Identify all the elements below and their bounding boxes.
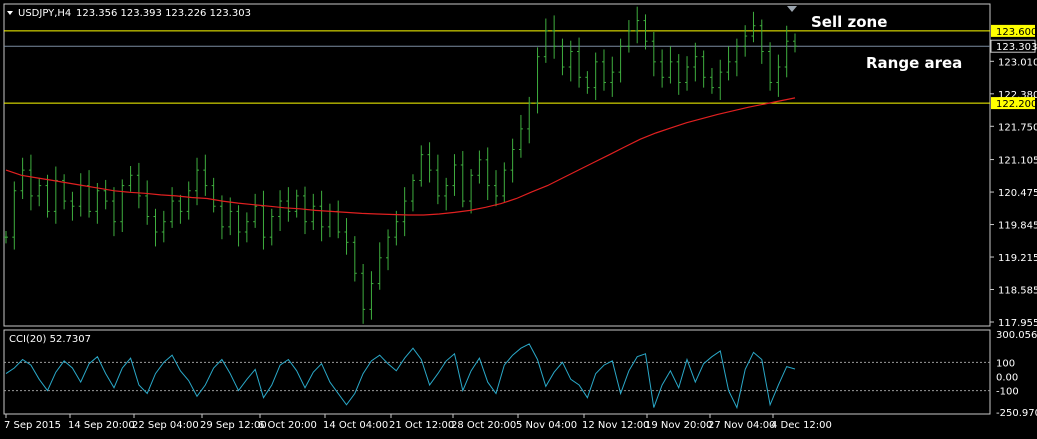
time-tick-label: 7 Sep 2015 (4, 420, 61, 431)
level-price-label: 123.303 (996, 42, 1037, 53)
time-tick-label: 29 Sep 12:00 (200, 420, 267, 431)
symbol-label: USDJPY,H4 (18, 8, 71, 19)
price-tick-label: 119.845 (998, 221, 1037, 232)
price-tick-label: 123.010 (998, 57, 1037, 68)
time-tick-label: 5 Nov 04:00 (516, 420, 577, 431)
time-tick-label: 6 Oct 20:00 (258, 420, 317, 431)
ohlc-readout: 123.356 123.393 123.226 123.303 (76, 8, 251, 19)
chart-canvas[interactable]: 123.010122.380121.750121.105120.475119.8… (0, 0, 1037, 435)
time-tick-label: 14 Sep 20:00 (68, 420, 135, 431)
level-price-label: 123.600 (996, 27, 1037, 38)
main-chart-frame (3, 3, 991, 327)
time-tick-label: 27 Nov 04:00 (708, 420, 775, 431)
price-tick-label: 120.475 (998, 188, 1037, 199)
shift-marker-icon[interactable] (787, 6, 797, 12)
chart-window[interactable]: 123.010 122.380 121.750 121.105 120.475 119.8… (0, 0, 1037, 435)
triangle-down-icon[interactable] (7, 11, 13, 15)
time-tick-label: 22 Sep 04:00 (132, 420, 199, 431)
time-tick-label: 21 Oct 12:00 (389, 420, 454, 431)
price-tick-label: 121.105 (998, 156, 1037, 167)
time-tick-label: 12 Nov 12:00 (582, 420, 649, 431)
cci-tick-label: 300.0569 (996, 330, 1037, 341)
price-tick-label: 118.585 (998, 286, 1037, 297)
time-tick-label: 14 Oct 04:00 (323, 420, 388, 431)
axis-labels: 123.010122.380121.750121.105120.475119.8… (4, 24, 1037, 431)
price-tick-label: 121.750 (998, 122, 1037, 133)
sell-zone-annotation: Sell zone (811, 13, 887, 31)
time-tick-label: 28 Oct 20:00 (451, 420, 516, 431)
price-tick-label: 119.215 (998, 253, 1037, 264)
cci-tick-label: 0.00 (996, 372, 1018, 383)
time-tick-label: 4 Dec 12:00 (771, 420, 832, 431)
level-price-label: 122.200 (996, 99, 1037, 110)
moving-average-line (5, 97, 796, 216)
cci-plot-area (4, 343, 990, 410)
cci-tick-label: 100 (996, 358, 1015, 369)
cci-tick-label: -100 (996, 387, 1019, 398)
range-area-annotation: Range area (866, 54, 962, 72)
main-plot-area (4, 6, 990, 324)
cci-tick-label: -250.9701 (996, 408, 1037, 419)
time-tick-label: 19 Nov 20:00 (645, 420, 712, 431)
cci-line (5, 343, 796, 410)
cci-subwindow-frame (3, 329, 991, 415)
cci-indicator-label: CCI(20) 52.7307 (9, 334, 91, 345)
price-tick-label: 117.955 (998, 318, 1037, 329)
